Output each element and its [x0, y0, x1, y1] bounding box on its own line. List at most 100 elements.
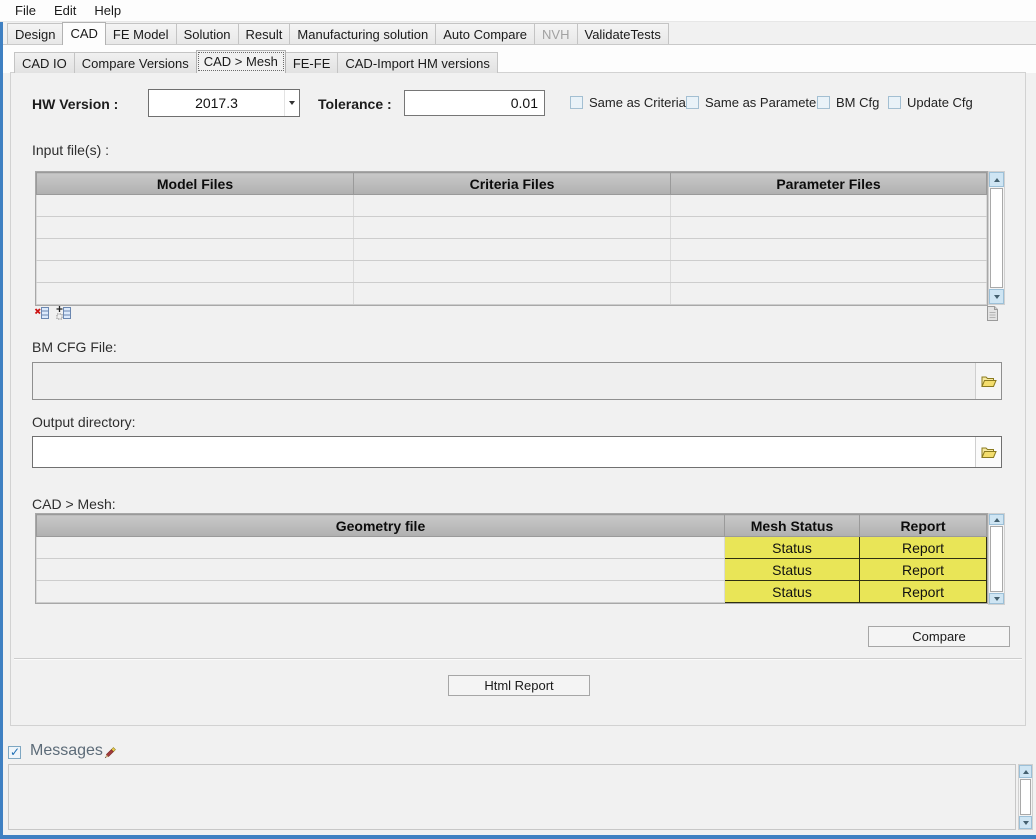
subtab-fe-fe[interactable]: FE-FE	[285, 52, 339, 73]
tab-fe-model[interactable]: FE Model	[105, 23, 177, 45]
scroll-up-icon[interactable]	[989, 172, 1004, 187]
scroll-down-icon[interactable]	[1019, 816, 1032, 829]
window-border-bottom	[0, 835, 1036, 839]
bm-cfg-browse-button[interactable]	[975, 363, 1001, 399]
checkbox-same-as-criteria[interactable]: Same as Criteria	[570, 95, 686, 110]
scrollbar-thumb[interactable]	[990, 526, 1003, 592]
table-row[interactable]: Status Report	[37, 581, 987, 603]
compare-button[interactable]: Compare	[868, 626, 1010, 647]
table-row[interactable]	[37, 261, 987, 283]
geometry-file-cell	[37, 559, 725, 581]
tab-design[interactable]: Design	[7, 23, 63, 45]
mesh-status-cell[interactable]: Status	[725, 537, 860, 559]
checkbox-label: Same as Parameter	[705, 95, 821, 110]
main-tab-bar: Design CAD FE Model Solution Result Manu…	[3, 22, 1036, 45]
tab-solution[interactable]: Solution	[176, 23, 239, 45]
scroll-up-icon[interactable]	[989, 514, 1004, 525]
output-directory-browse-button[interactable]	[975, 437, 1001, 467]
table-row[interactable]	[37, 217, 987, 239]
column-header-geometry-file[interactable]: Geometry file	[37, 515, 725, 537]
report-cell[interactable]: Report	[860, 559, 987, 581]
table-row[interactable]: Status Report	[37, 537, 987, 559]
checkbox-label: Update Cfg	[907, 95, 973, 110]
report-cell[interactable]: Report	[860, 537, 987, 559]
checkbox-box[interactable]	[888, 96, 901, 109]
subtab-compare-versions[interactable]: Compare Versions	[74, 52, 197, 73]
tab-cad[interactable]: CAD	[62, 22, 105, 45]
messages-scrollbar[interactable]	[1018, 764, 1033, 830]
column-header-criteria-files[interactable]: Criteria Files	[354, 173, 671, 195]
hw-version-dropdown[interactable]: 2017.3	[148, 89, 300, 117]
input-files-table[interactable]: Model Files Criteria Files Parameter Fil…	[35, 171, 988, 306]
document-icon	[986, 306, 999, 321]
checkbox-bm-cfg[interactable]: BM Cfg	[817, 95, 879, 110]
checkbox-label: Same as Criteria	[589, 95, 686, 110]
add-row-button[interactable]	[55, 304, 73, 322]
cad-mesh-table[interactable]: Geometry file Mesh Status Report Status …	[35, 513, 988, 604]
tab-validatetests[interactable]: ValidateTests	[577, 23, 669, 45]
view-report-button[interactable]	[983, 304, 1001, 322]
scrollbar-thumb[interactable]	[990, 188, 1003, 288]
column-header-model-files[interactable]: Model Files	[37, 173, 354, 195]
table-row[interactable]	[37, 239, 987, 261]
tab-auto-compare[interactable]: Auto Compare	[435, 23, 535, 45]
report-cell[interactable]: Report	[860, 581, 987, 603]
tolerance-input[interactable]	[404, 90, 545, 116]
mesh-status-cell[interactable]: Status	[725, 581, 860, 603]
tab-manufacturing-solution[interactable]: Manufacturing solution	[289, 23, 436, 45]
subtab-cad-io[interactable]: CAD IO	[14, 52, 75, 73]
window-border-left	[0, 22, 3, 839]
tab-result[interactable]: Result	[238, 23, 291, 45]
input-files-scrollbar[interactable]	[988, 171, 1005, 305]
output-directory-label: Output directory:	[32, 414, 136, 430]
menu-file[interactable]: File	[6, 1, 45, 20]
table-row[interactable]	[37, 195, 987, 217]
tolerance-label: Tolerance :	[318, 96, 392, 112]
bm-cfg-field	[32, 362, 1002, 400]
folder-open-icon	[981, 375, 997, 388]
bm-cfg-label: BM CFG File:	[32, 339, 117, 355]
messages-output[interactable]	[8, 764, 1016, 830]
hw-version-value: 2017.3	[149, 95, 284, 111]
table-row[interactable]	[37, 283, 987, 305]
scroll-down-icon[interactable]	[989, 289, 1004, 304]
messages-toggle[interactable]	[8, 746, 27, 759]
chevron-down-icon[interactable]	[284, 90, 299, 116]
column-header-mesh-status[interactable]: Mesh Status	[725, 515, 860, 537]
scroll-down-icon[interactable]	[989, 593, 1004, 604]
checkbox-label: BM Cfg	[836, 95, 879, 110]
menu-bar: File Edit Help	[0, 0, 1036, 22]
menu-edit[interactable]: Edit	[45, 1, 85, 20]
checkbox-same-as-parameter[interactable]: Same as Parameter	[686, 95, 821, 110]
geometry-file-cell	[37, 581, 725, 603]
bm-cfg-input[interactable]	[33, 363, 975, 399]
column-header-report[interactable]: Report	[860, 515, 987, 537]
subtab-cad-import-hm-versions[interactable]: CAD-Import HM versions	[337, 52, 497, 73]
scrollbar-thumb[interactable]	[1020, 779, 1031, 815]
geometry-file-cell	[37, 537, 725, 559]
output-directory-input[interactable]	[33, 437, 975, 467]
messages-label: Messages	[30, 742, 103, 760]
html-report-button[interactable]: Html Report	[448, 675, 590, 696]
table-row[interactable]: Status Report	[37, 559, 987, 581]
application-window: File Edit Help Design CAD FE Model Solut…	[0, 0, 1036, 839]
subtab-cad-mesh[interactable]: CAD > Mesh	[196, 50, 286, 73]
checkbox-box[interactable]	[686, 96, 699, 109]
scroll-up-icon[interactable]	[1019, 765, 1032, 778]
column-header-parameter-files[interactable]: Parameter Files	[671, 173, 987, 195]
tab-nvh: NVH	[534, 23, 577, 45]
cad-mesh-scrollbar[interactable]	[988, 513, 1005, 605]
checkbox-box[interactable]	[570, 96, 583, 109]
hw-version-label: HW Version :	[32, 96, 118, 112]
delete-row-icon	[34, 305, 50, 321]
pencil-icon	[102, 746, 117, 761]
menu-help[interactable]: Help	[85, 1, 130, 20]
delete-row-button[interactable]	[33, 304, 51, 322]
edit-messages-button[interactable]	[100, 744, 118, 762]
mesh-status-cell[interactable]: Status	[725, 559, 860, 581]
cad-mesh-label: CAD > Mesh:	[32, 496, 116, 512]
checkbox-update-cfg[interactable]: Update Cfg	[888, 95, 973, 110]
messages-checkbox[interactable]	[8, 746, 21, 759]
checkbox-box[interactable]	[817, 96, 830, 109]
input-files-label: Input file(s) :	[32, 142, 109, 158]
